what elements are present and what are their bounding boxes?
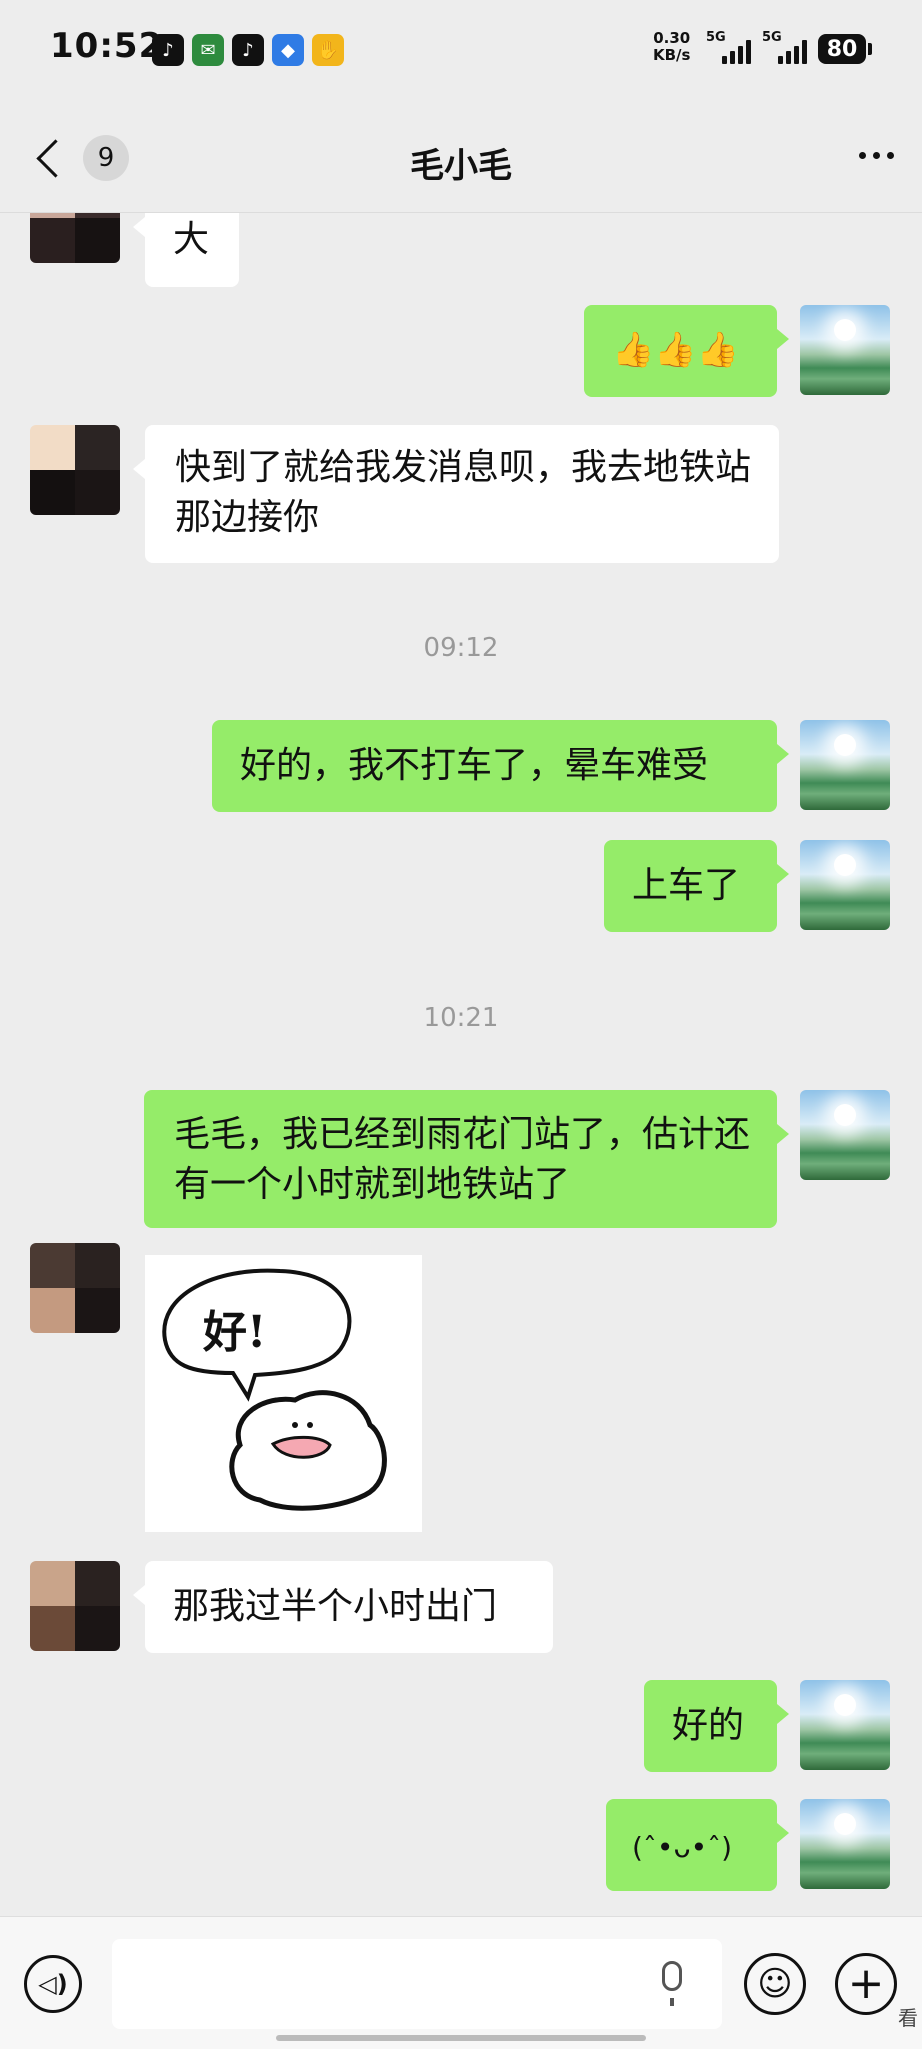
message-timestamp: 09:12 xyxy=(423,633,499,663)
emoji-button[interactable]: ☺ xyxy=(744,1953,806,2015)
message-text: 👍👍👍 xyxy=(612,330,740,370)
self-avatar[interactable] xyxy=(800,720,890,810)
more-options-button[interactable] xyxy=(859,152,894,159)
voice-input-button[interactable]: ◁) xyxy=(24,1955,82,2013)
status-bar: 10:52 ♪ ✉ ♪ ◆ ✋ 0.30 KB/s 5G 5G 80 xyxy=(0,0,922,100)
signal-bars-1-icon xyxy=(722,38,751,64)
notification-icon: ✋ xyxy=(312,34,344,66)
battery-indicator: 80 xyxy=(818,34,872,64)
sticker-text: 好! xyxy=(202,1307,266,1358)
self-avatar[interactable] xyxy=(800,840,890,930)
contact-avatar[interactable] xyxy=(30,425,120,515)
message-bubble-incoming[interactable]: 快到了就给我发消息呗，我去地铁站那边接你 xyxy=(133,425,779,563)
message-text: 大 xyxy=(173,219,210,260)
network-speed-value: 0.30 xyxy=(653,29,691,47)
contact-avatar[interactable] xyxy=(30,1561,120,1651)
more-functions-button[interactable]: + xyxy=(835,1953,897,2015)
message-text: 毛毛，我已经到雨花门站了，估计还有一个小时就到地铁站了 xyxy=(174,1114,751,1205)
message-text: (ˆ•ᴗ•ˆ) xyxy=(632,1831,733,1864)
more-dots-icon xyxy=(859,152,866,159)
status-time: 10:52 xyxy=(50,26,164,66)
message-text: 上车了 xyxy=(632,865,741,906)
network-speed-unit: KB/s xyxy=(653,46,691,64)
plus-icon: + xyxy=(847,1958,885,2009)
chat-message-list[interactable]: 大 👍👍👍 快到了就给我发消息呗，我去地铁站那边接你 09:12 好的，我不打车… xyxy=(0,213,922,1915)
smiley-icon: ☺ xyxy=(757,1964,793,2004)
input-bar: ◁) ☺ + 看 xyxy=(0,1916,922,2049)
sticker-message[interactable]: 好! xyxy=(145,1255,422,1532)
douyin-icon: ♪ xyxy=(152,34,184,66)
contact-avatar[interactable] xyxy=(30,1243,120,1333)
microphone-icon[interactable] xyxy=(662,1961,682,2006)
douyin-icon: ♪ xyxy=(232,34,264,66)
happy-blob-sticker-icon: 好! xyxy=(162,1268,387,1511)
contact-avatar[interactable] xyxy=(30,213,120,263)
message-bubble-outgoing[interactable]: 好的 xyxy=(644,1680,789,1772)
chat-title: 毛小毛 xyxy=(410,146,512,186)
self-avatar[interactable] xyxy=(800,1680,890,1770)
self-avatar[interactable] xyxy=(800,305,890,395)
message-icon: ◆ xyxy=(272,34,304,66)
network-speed: 0.30 KB/s xyxy=(653,30,690,64)
message-bubble-incoming[interactable]: 大 xyxy=(133,213,239,287)
message-text: 好的，我不打车了，晕车难受 xyxy=(240,745,709,786)
notification-app-icons: ♪ ✉ ♪ ◆ ✋ xyxy=(152,34,344,66)
message-text: 快到了就给我发消息呗，我去地铁站那边接你 xyxy=(175,447,752,538)
message-bubble-incoming[interactable]: 那我过半个小时出门 xyxy=(133,1561,553,1653)
message-bubble-outgoing[interactable]: 毛毛，我已经到雨花门站了，估计还有一个小时就到地铁站了 xyxy=(144,1090,789,1228)
home-indicator[interactable] xyxy=(276,2035,646,2041)
post-icon: ✉ xyxy=(192,34,224,66)
signal-bars-2-icon xyxy=(778,38,807,64)
message-text: 那我过半个小时出门 xyxy=(173,1586,498,1627)
corner-text: 看 xyxy=(898,2006,918,2030)
self-avatar[interactable] xyxy=(800,1090,890,1180)
message-bubble-outgoing[interactable]: 好的，我不打车了，晕车难受 xyxy=(212,720,789,812)
message-bubble-outgoing[interactable]: 👍👍👍 xyxy=(584,305,789,397)
message-timestamp: 10:21 xyxy=(423,1003,499,1033)
message-text: 好的 xyxy=(672,1705,745,1746)
message-input[interactable] xyxy=(112,1939,722,2029)
voice-wave-icon: ◁) xyxy=(38,1970,68,1998)
message-bubble-outgoing[interactable]: 上车了 xyxy=(604,840,789,932)
self-avatar[interactable] xyxy=(800,1799,890,1889)
message-bubble-outgoing[interactable]: (ˆ•ᴗ•ˆ) xyxy=(606,1799,789,1891)
chat-header: 9 毛小毛 xyxy=(0,100,922,213)
